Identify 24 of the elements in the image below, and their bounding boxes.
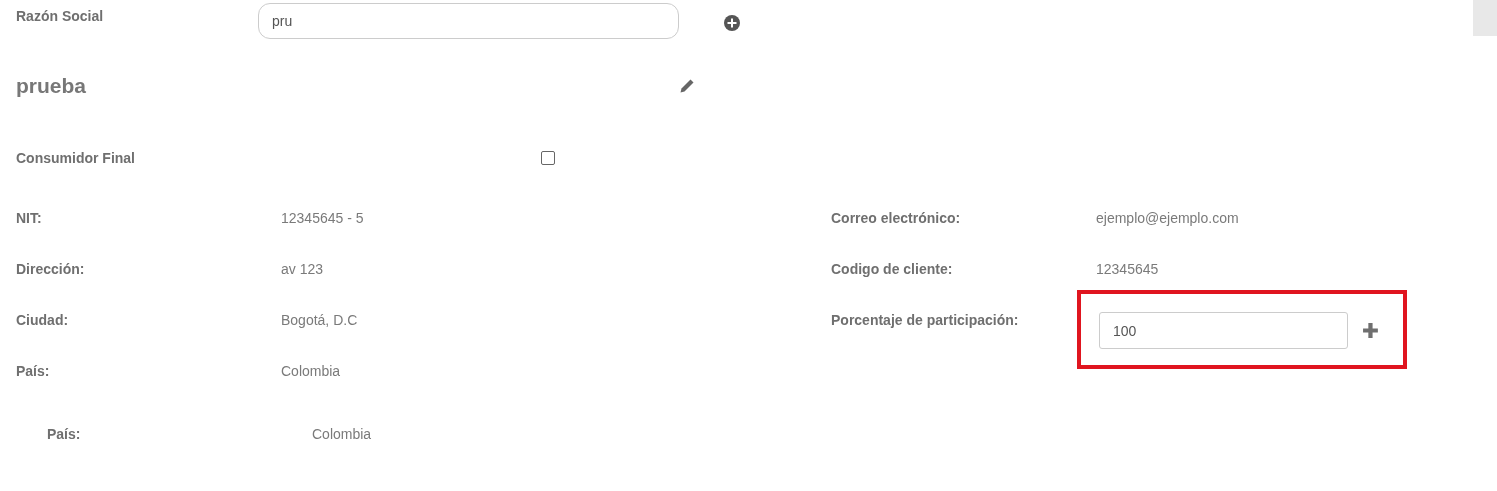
field-label: Porcentaje de participación: [831,311,1019,330]
field-label: Correo electrónico: [831,209,961,228]
field-label: Ciudad: [16,311,69,330]
field-value: av 123 [281,260,324,279]
field-value: Bogotá, D.C [281,311,358,330]
field-value: Colombia [281,362,341,381]
field-label: Consumidor Final [16,149,136,168]
field-value: 12345645 [1096,260,1159,279]
plus-icon[interactable] [1362,322,1379,339]
field-label: Razón Social [16,7,105,26]
field-label: Codigo de cliente: [831,260,953,279]
field-label: NIT: [16,209,42,228]
percentage-input[interactable]: 100 [1099,312,1349,349]
field-value: 12345645 - 5 [281,209,364,228]
field-label: Dirección: [16,260,85,279]
company-name: prueba [16,74,87,98]
field-value: Colombia [312,425,372,444]
checkbox[interactable] [541,151,555,165]
field-value: ejemplo@ejemplo.com [1096,209,1239,228]
add-circle-icon[interactable] [724,15,740,31]
search-field[interactable]: pru [258,3,679,39]
pencil-icon[interactable] [679,78,695,94]
field-label: País: [16,362,50,381]
field-label: País: [47,425,81,444]
